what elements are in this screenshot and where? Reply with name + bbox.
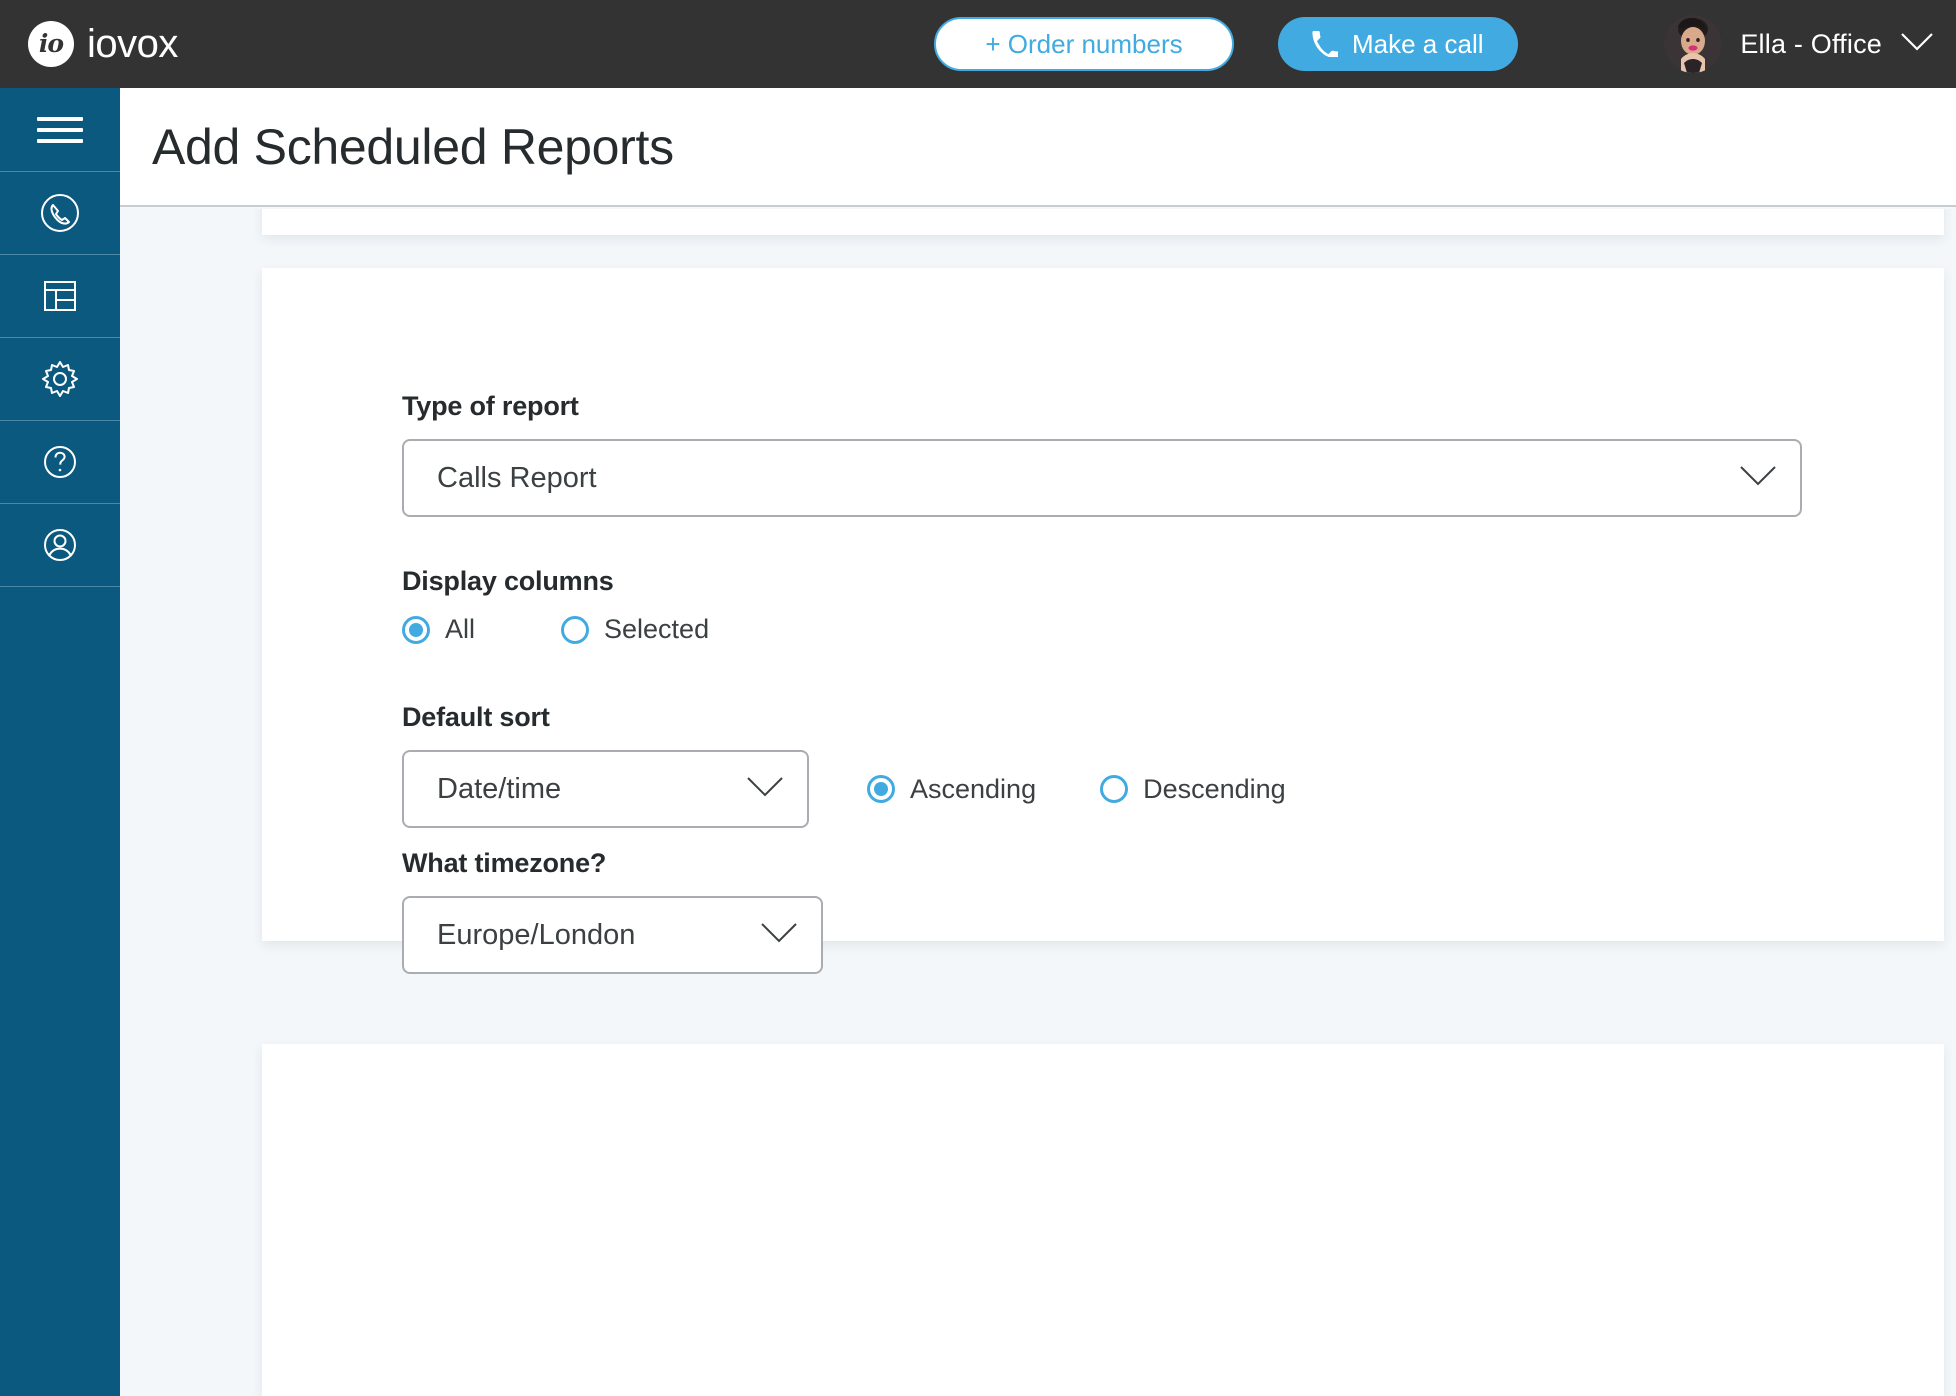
timezone-label: What timezone?	[402, 848, 607, 878]
chevron-down-icon[interactable]	[1900, 31, 1934, 58]
topbar-actions: + Order numbers Make a call	[934, 17, 1518, 71]
sidebar-item-menu[interactable]	[0, 88, 120, 172]
sidebar-item-account[interactable]	[0, 504, 120, 587]
type-of-report-label: Type of report	[402, 391, 579, 421]
report-settings-card: Type of report Calls Report Display colu…	[262, 268, 1944, 974]
card-above	[262, 209, 1944, 235]
user-menu[interactable]: Ella - Office	[1664, 15, 1934, 73]
iovox-logo-mark: io	[28, 21, 74, 67]
sidebar-item-settings[interactable]	[0, 338, 120, 421]
avatar	[1664, 15, 1723, 73]
sidebar-item-reports[interactable]	[0, 255, 120, 338]
top-bar: io iovox + Order numbers Make a call Ell…	[0, 0, 1956, 88]
radio-icon-selected	[402, 615, 430, 644]
radio-sort-ascending[interactable]: Ascending	[867, 774, 1036, 805]
chevron-down-icon	[1738, 463, 1778, 493]
radio-label-all: All	[445, 614, 476, 644]
default-sort-select[interactable]: Date/time	[402, 750, 809, 828]
chevron-down-icon	[745, 774, 785, 804]
field-timezone: What timezone? Europe/London	[402, 848, 823, 974]
page-title: Add Scheduled Reports	[152, 118, 674, 175]
field-display-columns: Display columns All Selected	[402, 566, 709, 645]
radio-display-columns-selected[interactable]: Selected	[561, 614, 709, 645]
iovox-logo-text: iovox	[87, 22, 178, 66]
make-a-call-button[interactable]: Make a call	[1278, 17, 1518, 71]
field-type-of-report: Type of report Calls Report	[402, 391, 1802, 517]
brand-logo[interactable]: io iovox	[28, 21, 178, 67]
radio-display-columns-all[interactable]: All	[402, 614, 475, 645]
question-circle-icon	[36, 438, 84, 486]
radio-icon-selected	[867, 775, 895, 803]
radio-label-ascending: Ascending	[910, 773, 1037, 804]
sidebar	[0, 88, 120, 1396]
page-header: Add Scheduled Reports	[120, 88, 1956, 207]
content-area: Type of report Calls Report Display colu…	[120, 209, 1956, 1396]
hamburger-menu-icon	[37, 110, 83, 150]
radio-label-selected: Selected	[604, 614, 710, 644]
timezone-select[interactable]: Europe/London	[402, 896, 823, 974]
order-numbers-button[interactable]: + Order numbers	[934, 17, 1234, 71]
card-below	[262, 1044, 1944, 1396]
sort-direction-radio-group: Ascending Descending	[867, 774, 1286, 805]
field-default-sort: Default sort Date/time Ascending Descend…	[402, 702, 1286, 828]
display-columns-label: Display columns	[402, 566, 614, 596]
chevron-down-icon	[759, 920, 799, 950]
phone-circle-icon	[36, 189, 84, 237]
gear-icon	[36, 355, 84, 403]
dashboard-layout-icon	[36, 272, 84, 320]
make-a-call-label: Make a call	[1352, 28, 1484, 59]
radio-icon-unselected	[1100, 775, 1129, 803]
radio-label-descending: Descending	[1143, 773, 1286, 804]
sidebar-item-help[interactable]	[0, 421, 120, 504]
radio-sort-descending[interactable]: Descending	[1100, 774, 1286, 805]
default-sort-label: Default sort	[402, 702, 550, 732]
display-columns-radio-group: All Selected	[402, 614, 709, 645]
phone-icon	[1312, 31, 1338, 57]
radio-icon-unselected	[561, 615, 590, 644]
type-of-report-select[interactable]: Calls Report	[402, 439, 1802, 517]
user-name-label: Ella - Office	[1740, 28, 1882, 59]
default-sort-value: Date/time	[437, 772, 562, 805]
user-circle-icon	[36, 521, 84, 569]
default-sort-row: Date/time Ascending Descending	[402, 750, 1286, 828]
type-of-report-value: Calls Report	[437, 461, 597, 494]
timezone-value: Europe/London	[437, 918, 636, 951]
sidebar-item-calls[interactable]	[0, 172, 120, 255]
